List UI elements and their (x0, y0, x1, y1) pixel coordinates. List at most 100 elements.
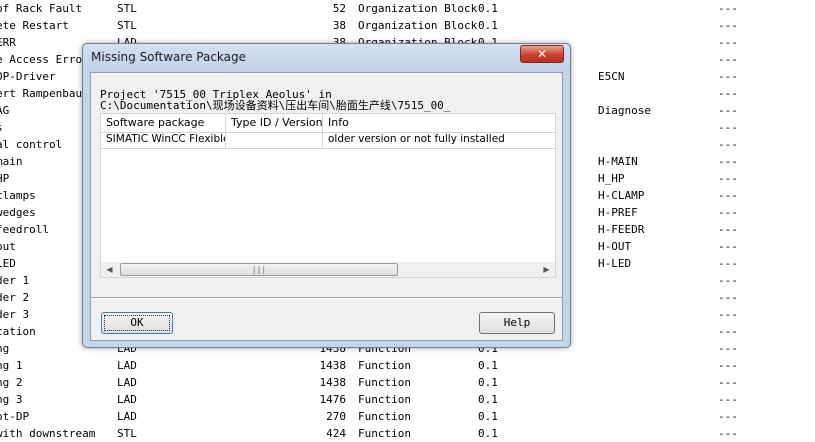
list-cell-ver: 0.1 (478, 19, 498, 32)
list-cell-size: 38 (332, 19, 346, 32)
list-cell-dash: --- (718, 257, 738, 270)
list-cell-dash: --- (718, 410, 738, 423)
package-table[interactable]: Software package Type ID / Version Info … (100, 113, 556, 278)
list-cell-dash: --- (718, 172, 738, 185)
list-cell-size: 270 (326, 410, 346, 423)
scroll-left-icon[interactable]: ◀ (101, 262, 118, 277)
list-cell-dash: --- (718, 274, 738, 287)
dialog-title: Missing Software Package (91, 50, 247, 64)
list-cell-ver: 0.1 (478, 393, 498, 406)
ok-button[interactable]: OK (101, 312, 173, 334)
list-cell-type: Organization Block (358, 19, 478, 32)
list-cell-lang: STL (117, 2, 137, 15)
list-cell-dash: --- (718, 206, 738, 219)
list-item[interactable]: of Rack Fault STL 52 Organization Block 0.1 -… (0, 0, 815, 17)
list-cell-sym: H-FEEDR (598, 223, 645, 236)
cell-info: older version or not fully installed (328, 133, 505, 145)
list-cell-ver: 0.1 (478, 376, 498, 389)
list-cell-dash: --- (718, 104, 738, 117)
list-cell-size: 424 (326, 427, 346, 440)
cell-package: SIMATIC WinCC Flexible (101, 132, 226, 148)
list-item[interactable]: with downstream STL 424 Function 0.1 --- (0, 425, 815, 442)
list-cell-lang: LAD (117, 376, 137, 389)
list-cell-dash: --- (718, 189, 738, 202)
list-cell-sym: H-PREF (598, 206, 638, 219)
list-cell-dash: --- (718, 308, 738, 321)
list-cell-dash: --- (718, 393, 738, 406)
list-cell-type: Function (358, 427, 411, 440)
list-cell-name: ng 3 (0, 393, 23, 406)
list-cell-name: ng 2 (0, 376, 23, 389)
list-cell-dash: --- (718, 376, 738, 389)
list-cell-sym: H-CLAMP (598, 189, 645, 202)
list-cell-type: Organization Block (358, 2, 478, 15)
list-cell-sym: H-LED (598, 257, 632, 270)
list-cell-type: Function (358, 410, 411, 423)
table-row[interactable]: SIMATIC WinCC Flexible older version or … (101, 132, 555, 149)
list-cell-dash: --- (718, 240, 738, 253)
grip-icon: ||| (251, 265, 267, 274)
header-info[interactable]: Info (323, 114, 555, 132)
list-cell-dash: --- (718, 121, 738, 134)
list-cell-name: ete Restart (0, 19, 69, 32)
list-cell-lang: LAD (117, 393, 137, 406)
list-cell-dash: --- (718, 87, 738, 100)
list-cell-dash: --- (718, 291, 738, 304)
list-cell-dash: --- (718, 138, 738, 151)
list-cell-dash: --- (718, 155, 738, 168)
list-cell-dash: --- (718, 36, 738, 49)
list-cell-lang: LAD (117, 410, 137, 423)
header-type-id-version[interactable]: Type ID / Version (226, 114, 323, 132)
list-cell-dash: --- (718, 223, 738, 236)
list-item[interactable]: ng 1 LAD 1438 Function 0.1 --- (0, 357, 815, 374)
list-cell-dash: --- (718, 2, 738, 15)
horizontal-scrollbar[interactable]: ◀ ||| ▶ (101, 262, 555, 277)
list-item[interactable]: ng 2 LAD 1438 Function 0.1 --- (0, 374, 815, 391)
list-cell-sym: Diagnose (598, 104, 651, 117)
list-cell-dash: --- (718, 359, 738, 372)
list-item[interactable]: ete Restart STL 38 Organization Block 0.1 --- (0, 17, 815, 34)
list-cell-sym: H-MAIN (598, 155, 638, 168)
close-icon: ✕ (536, 47, 548, 61)
missing-software-dialog: Missing Software Package ✕ Project '7515… (82, 43, 571, 348)
list-cell-dash: --- (718, 53, 738, 66)
dialog-client-area: Project '7515_00 Triplex Aeolus' in C:\D… (90, 72, 563, 341)
list-cell-dash: --- (718, 342, 738, 355)
list-cell-lang: STL (117, 427, 137, 440)
list-item[interactable]: ot-DP LAD 270 Function 0.1 --- (0, 408, 815, 425)
list-cell-ver: 0.1 (478, 2, 498, 15)
list-cell-lang: LAD (117, 359, 137, 372)
list-cell-ver: 0.1 (478, 427, 498, 440)
list-cell-size: 1438 (319, 359, 347, 372)
scroll-thumb[interactable]: ||| (120, 263, 398, 276)
list-cell-name: of Rack Fault (0, 2, 83, 15)
list-cell-sym: H-OUT (598, 240, 632, 253)
list-cell-dash: --- (718, 70, 738, 83)
cell-version (226, 132, 323, 148)
list-item[interactable]: ng 3 LAD 1476 Function 0.1 --- (0, 391, 815, 408)
list-cell-name: with downstream (0, 427, 96, 440)
list-cell-ver: 0.1 (478, 359, 498, 372)
list-cell-type: Function (358, 393, 411, 406)
table-header: Software package Type ID / Version Info (101, 114, 555, 133)
dialog-title-bar[interactable]: Missing Software Package ✕ (83, 44, 570, 72)
list-cell-dash: --- (718, 325, 738, 338)
list-cell-dash: --- (718, 19, 738, 32)
list-cell-ver: 0.1 (478, 410, 498, 423)
header-software-package[interactable]: Software package (101, 114, 226, 132)
divider (91, 297, 562, 299)
list-cell-lang: STL (117, 19, 137, 32)
scroll-right-icon[interactable]: ▶ (538, 262, 555, 277)
close-button[interactable]: ✕ (520, 45, 564, 63)
list-cell-size: 52 (332, 2, 346, 15)
project-path-line: C:\Documentation\现场设备资料\压出车间\胎面生产线\7515_… (100, 99, 451, 112)
list-cell-sym: H_HP (598, 172, 625, 185)
list-cell-type: Function (358, 359, 411, 372)
help-button[interactable]: Help (479, 312, 555, 334)
list-cell-type: Function (358, 376, 411, 389)
list-cell-dash: --- (718, 427, 738, 440)
list-cell-size: 1476 (319, 393, 347, 406)
list-cell-sym: E5CN (598, 70, 625, 83)
list-cell-name: ng 1 (0, 359, 23, 372)
list-cell-size: 1438 (319, 376, 347, 389)
